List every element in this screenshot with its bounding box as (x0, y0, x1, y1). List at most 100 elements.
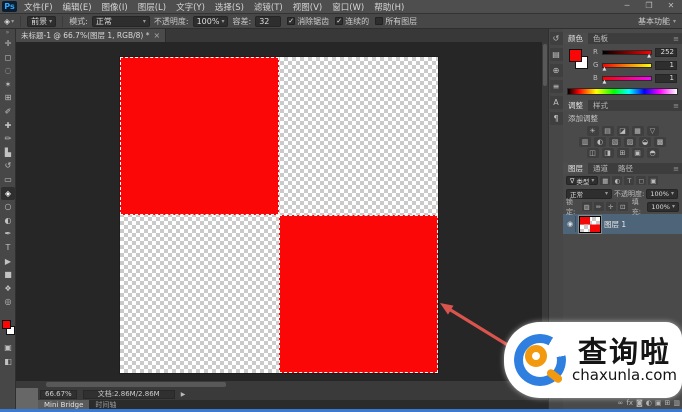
channel-slider-G[interactable]: ▲ (602, 63, 652, 68)
menu-item-window[interactable]: 窗口(W) (327, 1, 369, 13)
layer-filter-icon-1[interactable]: ◐ (612, 176, 622, 185)
tool-rect-marquee[interactable]: ◻ (1, 51, 15, 64)
adjustment-icon-1-4[interactable]: ◒ (639, 137, 651, 147)
channel-value-R[interactable]: 252 (655, 48, 677, 57)
layer-action-icon-3[interactable]: ◐ (646, 399, 652, 407)
layers-tab-0[interactable]: 图层 (563, 163, 588, 174)
zoom-level-input[interactable]: 66.67% (40, 390, 77, 399)
adjustment-icon-1-3[interactable]: ▨ (624, 137, 636, 147)
adjustment-icon-0-4[interactable]: ▽ (647, 126, 659, 136)
adjustment-icon-1-0[interactable]: ▥ (579, 137, 591, 147)
layer-row-selected[interactable]: ◉ 图层 1 (563, 214, 682, 234)
close-tab-icon[interactable]: × (153, 31, 160, 40)
tolerance-input[interactable]: 32 (255, 16, 281, 27)
tool-shape[interactable]: ■ (1, 268, 15, 281)
canvas-area[interactable] (16, 42, 548, 388)
tool-brush[interactable]: ✏ (1, 132, 15, 145)
checkbox-contiguous[interactable]: ✓连续的 (335, 16, 369, 27)
tool-quick-mask[interactable]: ▣ (1, 341, 15, 354)
lock-icon-0[interactable]: ▨ (582, 202, 592, 211)
color-tab-0[interactable]: 颜色 (563, 33, 588, 44)
bottom-tab-1[interactable]: 时间轴 (89, 400, 122, 409)
layers-tab-2[interactable]: 路径 (613, 163, 638, 174)
adjustment-icon-2-1[interactable]: ◨ (602, 148, 614, 158)
adjustment-icon-2-3[interactable]: ▣ (632, 148, 644, 158)
close-button[interactable]: ✕ (664, 1, 678, 10)
menu-item-layer[interactable]: 图层(L) (133, 1, 171, 13)
filter-type-select[interactable]: ∇ 类型 ▾ (566, 176, 598, 185)
menu-item-select[interactable]: 选择(S) (210, 1, 249, 13)
layer-action-icon-6[interactable]: ▥ (673, 399, 680, 407)
checkbox-box-icon[interactable] (375, 17, 383, 25)
tool-crop[interactable]: ⊞ (1, 91, 15, 104)
channel-value-G[interactable]: 1 (655, 61, 677, 70)
tool-eraser[interactable]: ▭ (1, 173, 15, 186)
panel-menu-icon[interactable]: ≡ (673, 102, 682, 110)
adjustments-tab-1[interactable]: 样式 (588, 100, 613, 111)
foreground-color-swatch[interactable] (2, 320, 11, 329)
info-panel-icon[interactable]: ≡ (550, 80, 563, 93)
red-square-top-left[interactable] (120, 57, 279, 215)
tool-history-brush[interactable]: ↺ (1, 159, 15, 172)
layer-action-icon-4[interactable]: ▣ (655, 399, 662, 407)
adjustment-icon-0-2[interactable]: ◪ (617, 126, 629, 136)
mode-select[interactable]: 正常 ▾ (92, 16, 150, 27)
lock-icon-1[interactable]: ✏ (594, 202, 604, 211)
lock-icon-3[interactable]: ⊡ (618, 202, 628, 211)
adjustment-icon-1-5[interactable]: ▩ (654, 137, 666, 147)
tool-clone-stamp[interactable]: ▙ (1, 146, 15, 159)
document-canvas[interactable] (120, 57, 438, 373)
scrollbar-thumb[interactable] (46, 382, 226, 387)
channel-value-B[interactable]: 1 (655, 74, 677, 83)
layer-action-icon-0[interactable]: ∞ (618, 399, 624, 407)
channel-slider-R[interactable]: ▲ (602, 50, 652, 55)
fill-input[interactable]: 100% ▾ (647, 202, 679, 212)
horizontal-scrollbar[interactable] (16, 381, 542, 388)
character-panel-icon[interactable]: A (550, 96, 563, 109)
minimize-button[interactable]: ─ (620, 1, 634, 10)
layer-filter-icon-2[interactable]: T (624, 176, 634, 185)
workspace-switcher[interactable]: 基本功能 ▾ (638, 16, 676, 27)
status-flyout-arrow-icon[interactable]: ▶ (181, 391, 186, 398)
checkbox-box-icon[interactable]: ✓ (287, 17, 295, 25)
panel-menu-icon[interactable]: ≡ (673, 35, 682, 43)
menu-item-filter[interactable]: 滤镜(T) (249, 1, 288, 13)
layer-action-icon-5[interactable]: ⊞ (665, 399, 671, 407)
menu-item-type[interactable]: 文字(Y) (171, 1, 210, 13)
adjustment-icon-2-4[interactable]: ◓ (647, 148, 659, 158)
slider-marker-icon[interactable]: ▲ (603, 79, 607, 85)
menu-item-image[interactable]: 图像(I) (97, 1, 133, 13)
lock-icon-2[interactable]: ✛ (606, 202, 616, 211)
tool-dodge[interactable]: ◐ (1, 214, 15, 227)
layer-filter-icon-4[interactable]: ▣ (648, 176, 658, 185)
layer-name[interactable]: 图层 1 (604, 219, 626, 230)
foreground-color-swatch[interactable] (569, 49, 582, 62)
tool-move[interactable]: ✛ (1, 37, 15, 50)
adjustment-icon-0-1[interactable]: ▤ (602, 126, 614, 136)
adjustment-icon-0-3[interactable]: ▦ (632, 126, 644, 136)
layer-filter-icon-3[interactable]: ◻ (636, 176, 646, 185)
tool-lasso[interactable]: ◌ (1, 64, 15, 77)
fill-source-select[interactable]: 前景 ▾ (27, 16, 56, 27)
menu-item-file[interactable]: 文件(F) (19, 1, 58, 13)
layer-action-icon-2[interactable]: ◙ (636, 399, 643, 407)
checkbox-box-icon[interactable]: ✓ (335, 17, 343, 25)
adjustment-icon-1-2[interactable]: ▧ (609, 137, 621, 147)
transparent-square-top-right[interactable] (279, 57, 438, 215)
menu-item-view[interactable]: 视图(V) (288, 1, 327, 13)
menu-item-help[interactable]: 帮助(H) (369, 1, 409, 13)
color-spectrum-ramp[interactable] (567, 88, 678, 95)
layer-filter-icon-0[interactable]: ▦ (600, 176, 610, 185)
adjustment-icon-0-0[interactable]: ☀ (587, 126, 599, 136)
adjustment-icon-2-2[interactable]: ⊞ (617, 148, 629, 158)
tool-eyedropper[interactable]: ✐ (1, 105, 15, 118)
tool-path-selection[interactable]: ▶ (1, 255, 15, 268)
paragraph-panel-icon[interactable]: ¶ (550, 112, 563, 125)
layer-opacity-input[interactable]: 100% ▾ (646, 189, 678, 199)
layer-thumbnail[interactable] (579, 216, 601, 233)
history-panel-icon[interactable]: ↺ (550, 32, 563, 45)
tool-healing-brush[interactable]: ✚ (1, 119, 15, 132)
bottom-tab-0[interactable]: Mini Bridge (38, 400, 89, 409)
layers-tab-1[interactable]: 通道 (588, 163, 613, 174)
clone-source-panel-icon[interactable]: ⊕ (550, 64, 563, 77)
